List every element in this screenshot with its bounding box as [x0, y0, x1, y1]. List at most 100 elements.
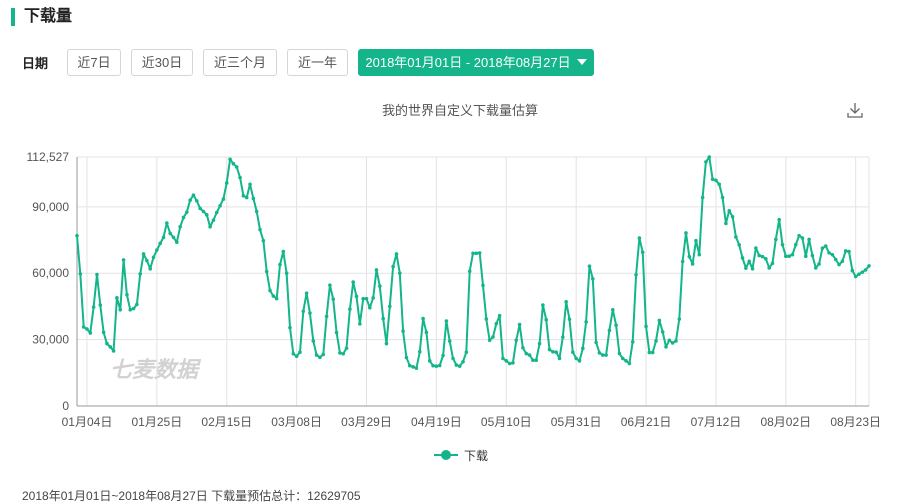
- data-point: [121, 258, 126, 262]
- data-point: [141, 252, 146, 256]
- data-point: [817, 262, 821, 266]
- data-point: [218, 203, 222, 208]
- data-point: [298, 350, 302, 355]
- data-point: [600, 353, 605, 357]
- y-tick-label: 0: [62, 399, 69, 413]
- data-point: [507, 361, 512, 366]
- data-point: [364, 296, 369, 301]
- data-point: [271, 294, 276, 298]
- data-point: [461, 359, 465, 364]
- data-point: [561, 335, 565, 339]
- x-tick-label: 06月21日: [621, 415, 672, 429]
- data-point: [664, 345, 668, 349]
- data-point: [760, 254, 765, 259]
- data-point: [284, 271, 289, 276]
- data-point: [594, 340, 598, 345]
- data-point: [341, 351, 346, 356]
- data-point: [614, 323, 618, 328]
- x-tick-label: 03月29日: [341, 415, 392, 429]
- data-point: [101, 330, 106, 335]
- data-point: [541, 303, 545, 307]
- data-point: [374, 268, 379, 272]
- data-point: [75, 233, 79, 238]
- data-point: [547, 347, 552, 352]
- legend-label: 下载: [464, 449, 488, 463]
- data-point: [188, 198, 192, 203]
- data-point: [654, 339, 658, 343]
- data-point: [111, 349, 116, 353]
- data-point: [830, 252, 835, 257]
- data-point: [813, 266, 818, 270]
- data-point: [843, 249, 848, 253]
- data-point: [574, 356, 578, 361]
- data-point: [441, 353, 445, 358]
- data-point: [714, 178, 718, 183]
- data-point: [551, 349, 555, 354]
- data-point: [511, 361, 515, 365]
- data-point: [747, 259, 752, 264]
- data-point: [514, 338, 519, 343]
- data-point: [171, 235, 176, 240]
- data-point: [254, 209, 259, 214]
- data-point: [378, 284, 382, 288]
- x-tick-label: 05月10日: [481, 415, 532, 429]
- data-point: [800, 236, 805, 240]
- data-point: [125, 292, 129, 297]
- data-point: [793, 242, 798, 247]
- data-point: [208, 224, 212, 229]
- y-tick-label: 30,000: [32, 333, 69, 347]
- data-point: [554, 350, 558, 355]
- data-point: [767, 266, 771, 270]
- data-point: [288, 325, 292, 330]
- data-point: [278, 262, 282, 267]
- x-tick-label: 04月19日: [411, 415, 462, 429]
- data-point: [727, 209, 732, 213]
- data-point: [244, 195, 249, 200]
- data-point: [667, 338, 672, 343]
- x-tick-label: 08月02日: [760, 415, 811, 429]
- data-point: [590, 276, 595, 281]
- data-point: [437, 363, 442, 368]
- data-point: [684, 231, 688, 235]
- data-point: [860, 270, 865, 274]
- data-point: [674, 339, 678, 343]
- data-point: [328, 283, 332, 287]
- data-point: [105, 341, 109, 346]
- data-point: [687, 254, 692, 259]
- data-point: [161, 235, 166, 240]
- data-point: [657, 318, 662, 323]
- data-point: [697, 252, 702, 257]
- data-point: [238, 175, 242, 180]
- data-point: [358, 322, 362, 326]
- data-point: [434, 364, 439, 368]
- data-point: [531, 358, 535, 362]
- data-point: [268, 288, 272, 293]
- y-tick-label: 60,000: [32, 266, 69, 280]
- data-point: [151, 255, 156, 260]
- data-point: [730, 215, 735, 219]
- data-point: [251, 196, 256, 201]
- data-point: [381, 316, 385, 321]
- y-tick-label: 112,527: [27, 150, 70, 164]
- data-point: [135, 302, 139, 307]
- data-point: [148, 267, 153, 271]
- data-point: [644, 324, 648, 329]
- data-point: [487, 338, 492, 343]
- data-point: [318, 355, 322, 360]
- data-point: [620, 356, 625, 361]
- data-point: [178, 224, 182, 229]
- data-point: [414, 366, 419, 370]
- data-point: [158, 241, 162, 246]
- data-point: [481, 283, 485, 288]
- data-point: [85, 327, 89, 331]
- data-point: [527, 353, 532, 357]
- data-point: [617, 351, 622, 356]
- data-point: [604, 353, 608, 357]
- data-point: [577, 359, 582, 363]
- data-point: [471, 251, 475, 256]
- data-point: [587, 264, 592, 268]
- data-point: [81, 325, 86, 329]
- data-point: [837, 262, 841, 267]
- data-point: [165, 221, 169, 225]
- legend[interactable]: 下载: [434, 449, 488, 463]
